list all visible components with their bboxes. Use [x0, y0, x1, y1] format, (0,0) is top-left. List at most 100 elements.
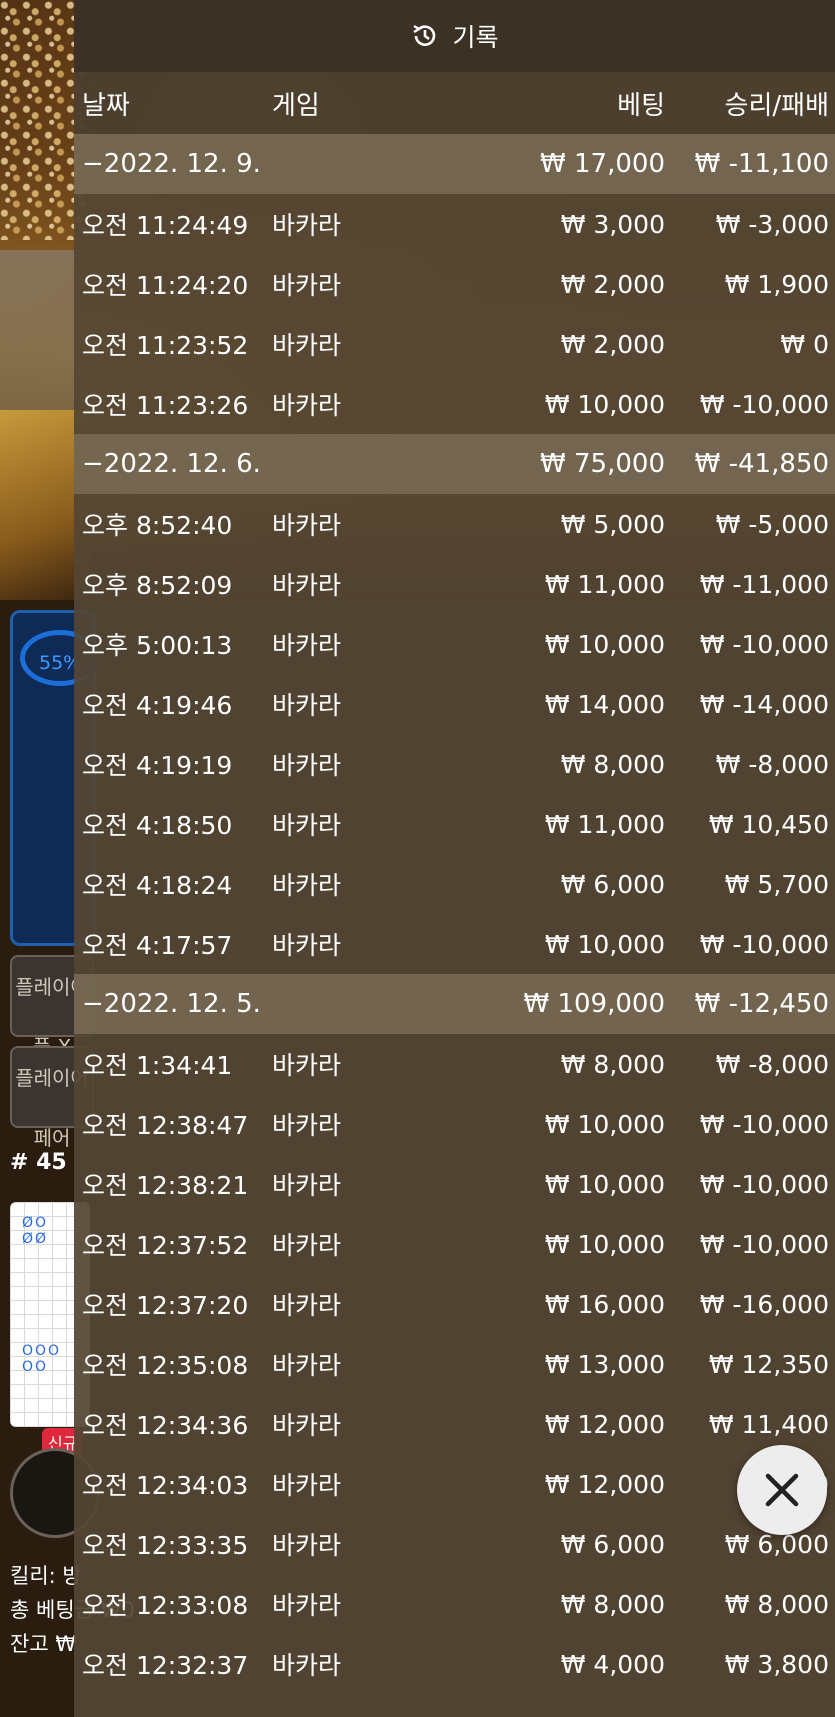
row-game: 바카라	[272, 331, 342, 360]
row-bet: ₩ 6,000	[560, 869, 665, 899]
close-button[interactable]	[737, 1445, 827, 1535]
date-group-row[interactable]: −2022. 12. 5. ₩ 109,000 ₩ -12,450	[74, 974, 835, 1034]
row-game: 바카라	[272, 871, 342, 900]
row-result: ₩ -10,000	[699, 1229, 829, 1259]
row-time: 오전 12:34:03	[82, 1471, 249, 1500]
row-bet: ₩ 11,000	[544, 569, 665, 599]
history-row[interactable]: 오전 12:34:03바카라₩ 12,000₩ 0	[74, 1454, 835, 1514]
row-time: 오전 12:37:20	[82, 1291, 249, 1320]
history-row[interactable]: 오전 11:24:49 바카라 ₩ 3,000 ₩ -3,000	[74, 194, 835, 254]
row-game: 바카라	[272, 751, 342, 780]
row-bet: ₩ 6,000	[560, 1529, 665, 1559]
row-bet: ₩ 2,000	[560, 269, 665, 299]
history-row[interactable]: 오전 12:33:08 바카라 ₩ 8,000 ₩ 8,000	[74, 1574, 835, 1634]
row-game: 바카라	[272, 1651, 342, 1680]
history-row[interactable]: 오전 4:18:24 바카라 ₩ 6,000 ₩ 5,700	[74, 854, 835, 914]
row-game: 바카라	[272, 511, 342, 540]
row-result: ₩ 11,400	[708, 1409, 829, 1439]
row-time: 오전 4:19:19	[82, 751, 233, 780]
history-row[interactable]: 오전 12:34:36 바카라 ₩ 12,000 ₩ 11,400	[74, 1394, 835, 1454]
history-row[interactable]: 오후 5:00:13 바카라 ₩ 10,000 ₩ -10,000	[74, 614, 835, 674]
row-bet: ₩ 12,000	[544, 1409, 665, 1439]
history-row[interactable]: 오전 12:33:35 바카라 ₩ 6,000 ₩ 6,000	[74, 1514, 835, 1574]
row-bet: ₩ 16,000	[544, 1289, 665, 1319]
row-time: 오전 4:18:50	[82, 811, 233, 840]
row-result: ₩ -8,000	[715, 749, 829, 779]
row-game: 바카라	[272, 271, 342, 300]
history-row[interactable]: 오전 1:34:41 바카라 ₩ 8,000 ₩ -8,000	[74, 1034, 835, 1094]
row-bet: ₩ 11,000	[544, 809, 665, 839]
history-row[interactable]: 오전 4:18:50 바카라 ₩ 11,000 ₩ 10,450	[74, 794, 835, 854]
row-result: ₩ 6,000	[724, 1529, 829, 1559]
row-bet: ₩ 8,000	[560, 1589, 665, 1619]
history-icon	[413, 24, 436, 46]
row-bet: ₩ 10,000	[544, 929, 665, 959]
group-bet-total: ₩ 109,000	[523, 989, 666, 1019]
row-game: 바카라	[272, 1531, 342, 1560]
history-list[interactable]: −2022. 12. 9. ₩ 17,000 ₩ -11,100 오전 11:24:4…	[74, 134, 835, 1694]
row-game: 바카라	[272, 811, 342, 840]
row-time: 오전 12:33:08	[82, 1591, 249, 1620]
group-bet-total: ₩ 75,000	[540, 449, 665, 479]
row-result: ₩ -8,000	[715, 1049, 829, 1079]
row-result: ₩ 5,700	[724, 869, 829, 899]
row-bet: ₩ 14,000	[544, 689, 665, 719]
row-time: 오전 11:24:49	[82, 211, 249, 240]
history-row[interactable]: 오전 12:35:08 바카라 ₩ 13,000 ₩ 12,350	[74, 1334, 835, 1394]
history-panel: 기록 날짜 게임 베팅 승리/패배 −2022. 12. 9. ₩ 17,000 ₩…	[74, 0, 835, 1717]
history-row[interactable]: 오전 12:37:52 바카라 ₩ 10,000 ₩ -10,000	[74, 1214, 835, 1274]
row-result: ₩ -3,000	[715, 209, 829, 239]
row-bet: ₩ 10,000	[544, 1229, 665, 1259]
date-group-row[interactable]: −2022. 12. 6. ₩ 75,000 ₩ -41,850	[74, 434, 835, 494]
history-row[interactable]: 오전 11:23:52 바카라 ₩ 2,000 ₩ 0	[74, 314, 835, 374]
history-row[interactable]: 오후 8:52:09 바카라 ₩ 11,000 ₩ -11,000	[74, 554, 835, 614]
row-result: ₩ -10,000	[699, 929, 829, 959]
row-result: ₩ -5,000	[715, 509, 829, 539]
row-result: ₩ 10,450	[708, 809, 829, 839]
close-icon	[765, 1473, 799, 1507]
date-group-row[interactable]: −2022. 12. 9. ₩ 17,000 ₩ -11,100	[74, 134, 835, 194]
row-result: ₩ -14,000	[699, 689, 829, 719]
history-title: 기록	[452, 23, 499, 52]
column-game: 게임	[272, 90, 320, 121]
row-time: 오전 1:34:41	[82, 1051, 233, 1080]
row-bet: ₩ 10,000	[544, 1169, 665, 1199]
history-header: 기록	[74, 0, 835, 72]
group-date: −2022. 12. 6.	[82, 449, 261, 479]
row-game: 바카라	[272, 1291, 342, 1320]
round-number: # 45	[10, 1150, 67, 1175]
history-row[interactable]: 오전 11:24:20 바카라 ₩ 2,000 ₩ 1,900	[74, 254, 835, 314]
row-time: 오전 12:35:08	[82, 1351, 249, 1380]
row-bet: ₩ 10,000	[544, 629, 665, 659]
row-time: 오전 4:18:24	[82, 871, 233, 900]
history-row[interactable]: 오전 12:38:47 바카라 ₩ 10,000 ₩ -10,000	[74, 1094, 835, 1154]
row-game: 바카라	[272, 211, 342, 240]
history-row[interactable]: 오전 4:17:57 바카라 ₩ 10,000 ₩ -10,000	[74, 914, 835, 974]
history-row[interactable]: 오전 12:32:37 바카라 ₩ 4,000 ₩ 3,800	[74, 1634, 835, 1694]
row-result: ₩ 0	[780, 329, 829, 359]
row-result: ₩ 3,800	[724, 1649, 829, 1679]
row-result: ₩ -10,000	[699, 1169, 829, 1199]
history-row[interactable]: 오전 4:19:19 바카라 ₩ 8,000 ₩ -8,000	[74, 734, 835, 794]
history-row[interactable]: 오전 12:38:21 바카라 ₩ 10,000 ₩ -10,000	[74, 1154, 835, 1214]
row-time: 오전 12:37:52	[82, 1231, 249, 1260]
row-result: ₩ -10,000	[699, 389, 829, 419]
row-bet: ₩ 12,000	[544, 1469, 665, 1499]
row-time: 오전 12:32:37	[82, 1651, 249, 1680]
row-bet: ₩ 13,000	[544, 1349, 665, 1379]
history-row[interactable]: 오후 8:52:40 바카라 ₩ 5,000 ₩ -5,000	[74, 494, 835, 554]
row-bet: ₩ 10,000	[544, 389, 665, 419]
column-result: 승리/패배	[724, 90, 829, 121]
row-bet: ₩ 3,000	[560, 209, 665, 239]
row-game: 바카라	[272, 391, 342, 420]
row-game: 바카라	[272, 571, 342, 600]
history-row[interactable]: 오전 12:37:20 바카라 ₩ 16,000 ₩ -16,000	[74, 1274, 835, 1334]
road-marks: ØO ØØ OOO OO	[22, 1215, 62, 1375]
group-result-total: ₩ -41,850	[694, 449, 829, 479]
casino-table-image	[0, 250, 80, 410]
row-game: 바카라	[272, 931, 342, 960]
history-row[interactable]: 오전 11:23:26 바카라 ₩ 10,000 ₩ -10,000	[74, 374, 835, 434]
history-row[interactable]: 오전 4:19:46 바카라 ₩ 14,000 ₩ -14,000	[74, 674, 835, 734]
group-bet-total: ₩ 17,000	[540, 149, 665, 179]
row-result: ₩ 12,350	[708, 1349, 829, 1379]
